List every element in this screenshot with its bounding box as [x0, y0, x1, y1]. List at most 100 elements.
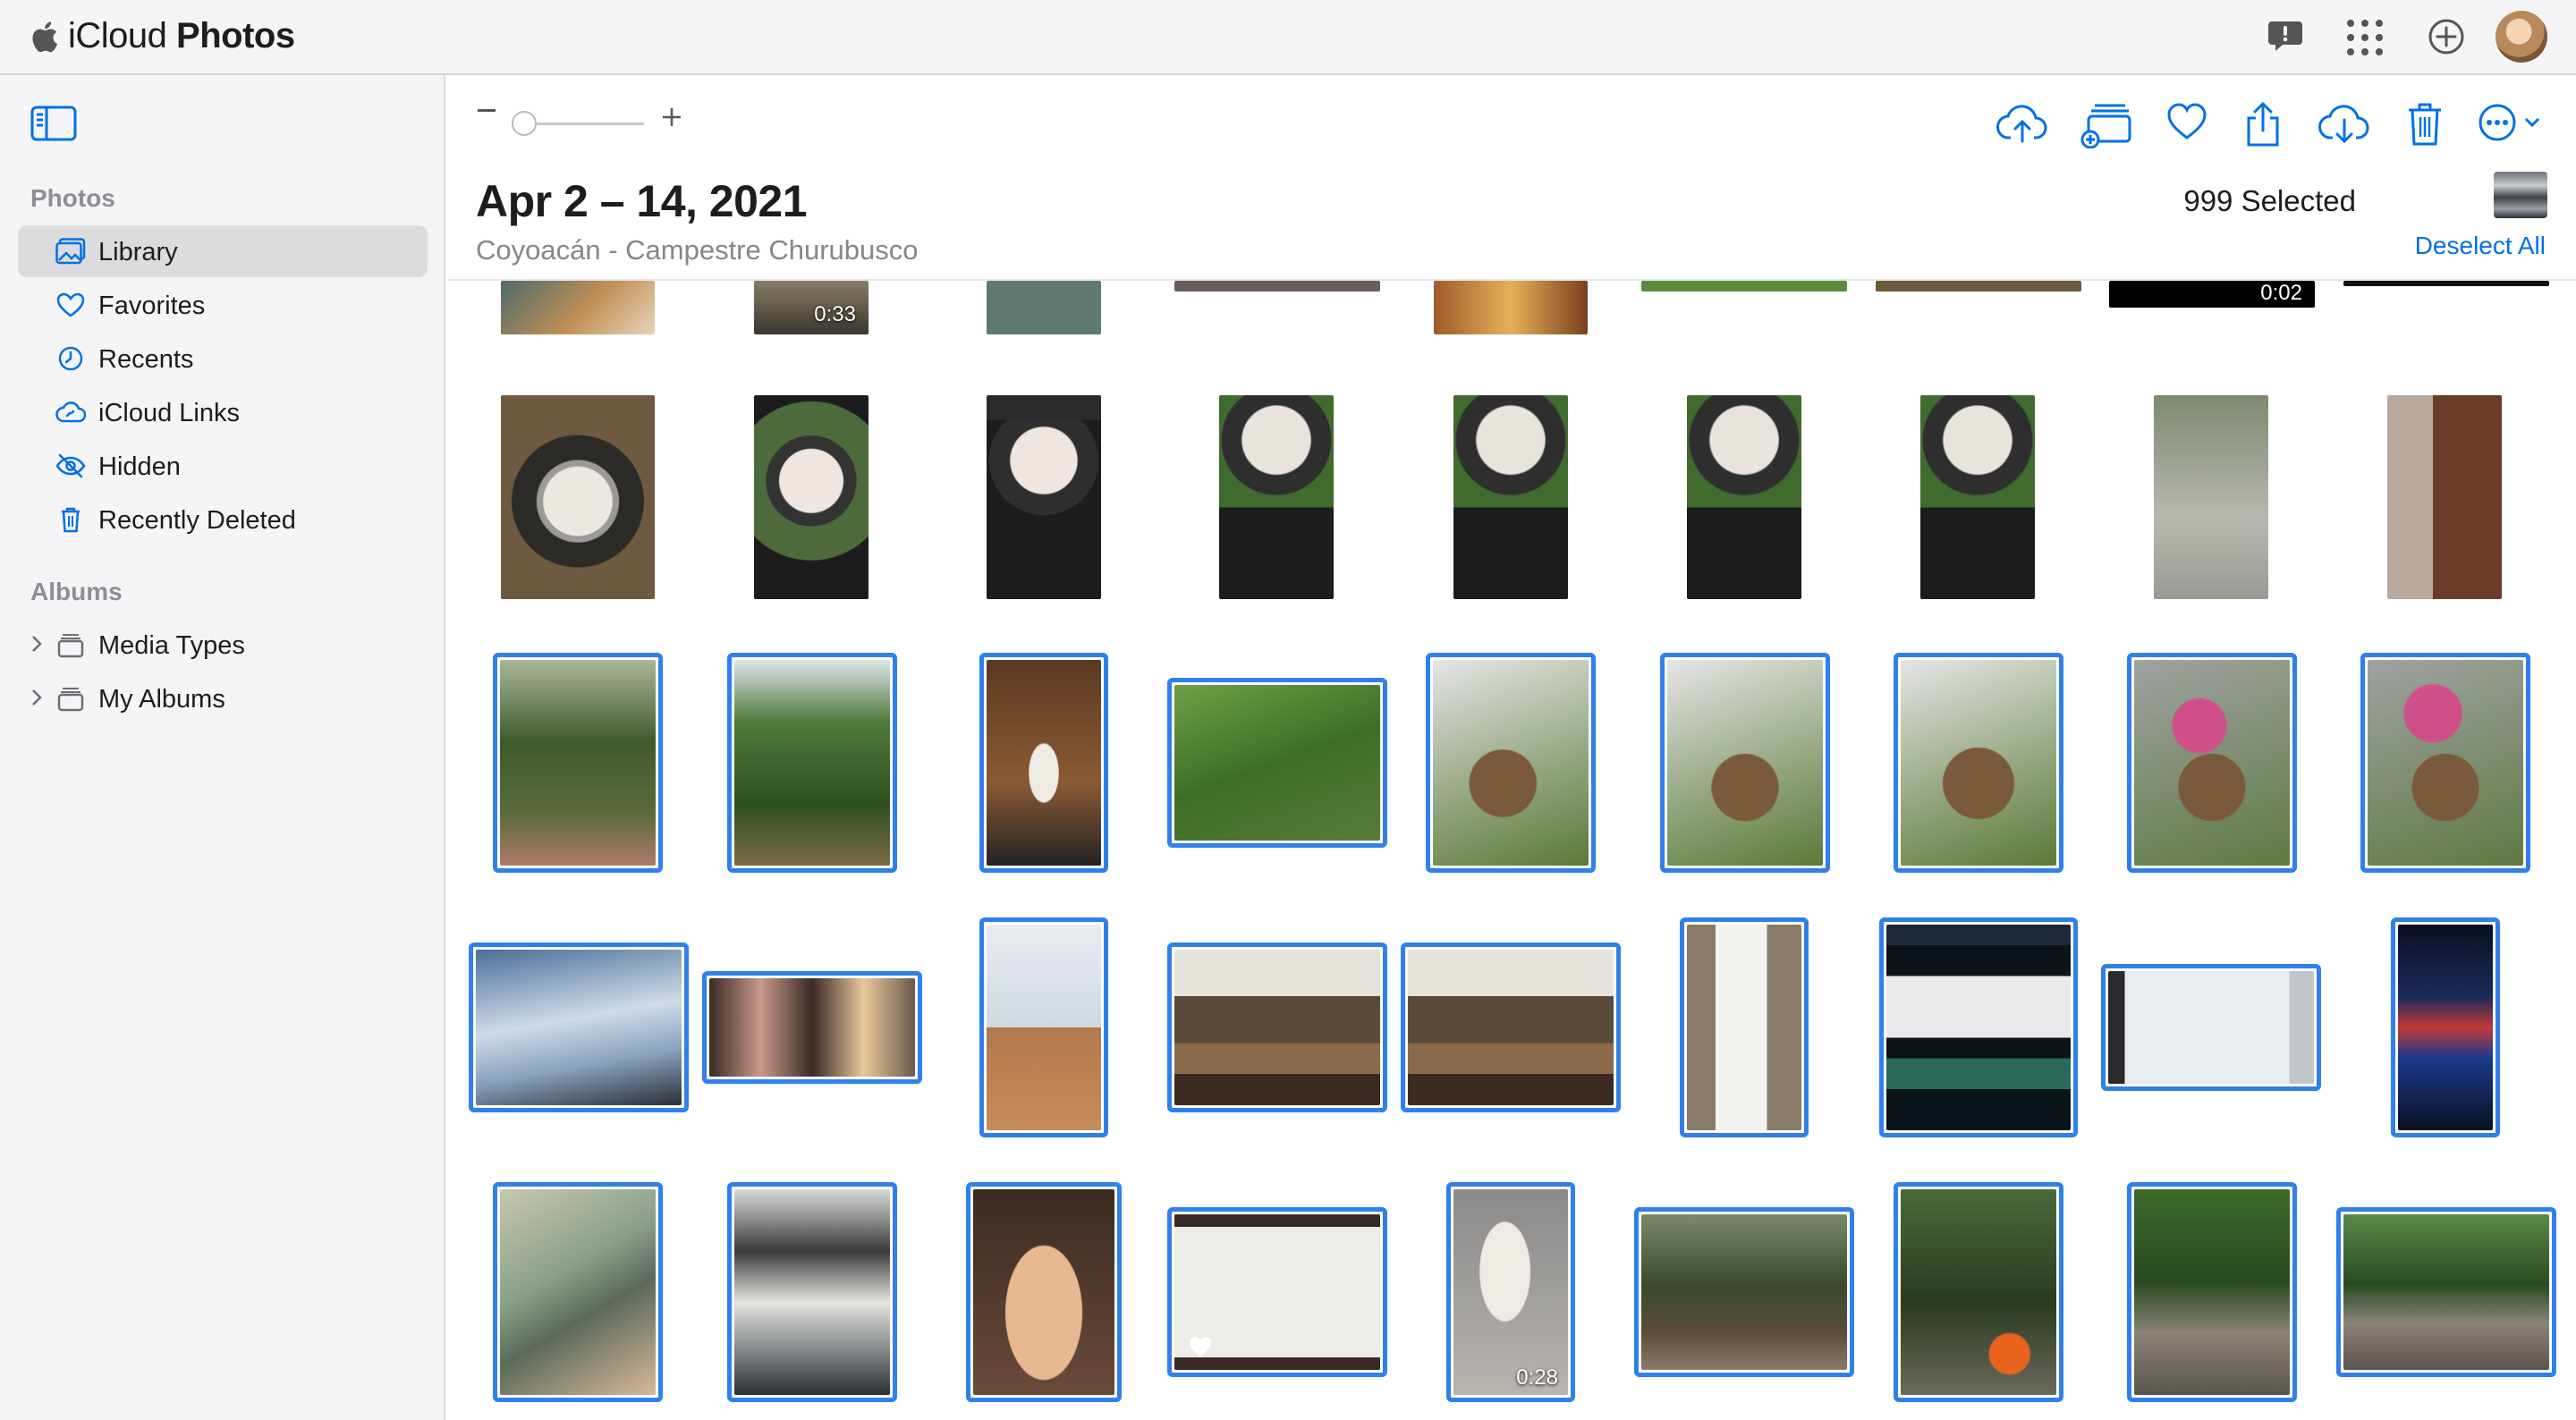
- library-icon: [55, 238, 86, 265]
- photo-thumbnail-selected[interactable]: [1426, 653, 1596, 873]
- upload-icon[interactable]: [1996, 102, 2048, 145]
- photo-thumbnail[interactable]: [1453, 395, 1568, 599]
- photo-thumbnail-selected[interactable]: [1680, 917, 1809, 1137]
- sidebar-item-label: Recents: [98, 345, 194, 374]
- photo-thumbnail[interactable]: [2387, 395, 2502, 599]
- sidebar-item-label: My Albums: [98, 685, 225, 714]
- sidebar-item-my-albums[interactable]: My Albums: [18, 672, 428, 724]
- photo-thumbnail[interactable]: [1174, 281, 1380, 292]
- photo-thumbnail-selected[interactable]: [493, 1182, 663, 1402]
- photo-thumbnail-selected[interactable]: [2391, 917, 2500, 1137]
- video-thumbnail[interactable]: 0:02: [2109, 281, 2315, 308]
- delete-icon[interactable]: [2406, 102, 2444, 147]
- heart-icon: [56, 292, 85, 317]
- cloud-link-icon: [55, 401, 86, 423]
- photo-grid: 0:33 0:02 0:28: [447, 281, 2576, 1420]
- moment-location[interactable]: Coyoacán - Campestre Churubusco: [476, 234, 919, 266]
- photo-thumbnail-selected[interactable]: [2336, 1207, 2556, 1377]
- share-icon[interactable]: [2243, 102, 2283, 148]
- video-thumbnail[interactable]: 0:33: [754, 281, 869, 334]
- photo-thumbnail[interactable]: [987, 281, 1101, 334]
- photo-thumbnail-selected[interactable]: [1167, 942, 1387, 1112]
- top-bar: iCloud Photos: [0, 0, 2576, 75]
- app-title: iCloud Photos: [68, 16, 295, 55]
- deselect-all-button[interactable]: Deselect All: [2415, 232, 2546, 260]
- photo-thumbnail-selected[interactable]: [979, 917, 1108, 1137]
- sidebar-item-icloud-links[interactable]: iCloud Links: [18, 386, 428, 438]
- photo-thumbnail[interactable]: [1687, 395, 1801, 599]
- photo-thumbnail-selected[interactable]: [1894, 1182, 2063, 1402]
- sidebar-item-library[interactable]: Library: [18, 225, 428, 277]
- photo-thumbnail[interactable]: [501, 395, 655, 599]
- clock-icon: [58, 346, 83, 371]
- photo-thumbnail[interactable]: [1434, 281, 1588, 334]
- trash-icon: [62, 507, 80, 533]
- sidebar-item-favorites[interactable]: Favorites: [18, 279, 428, 331]
- photo-thumbnail[interactable]: [2154, 395, 2268, 599]
- album-folder-icon: [57, 634, 84, 658]
- sidebar-item-label: Library: [98, 238, 178, 266]
- albums-section-label: Albums: [30, 578, 123, 605]
- photo-thumbnail-selected[interactable]: [2101, 964, 2321, 1091]
- photo-thumbnail-selected[interactable]: [2127, 1182, 2297, 1402]
- photo-thumbnail[interactable]: [754, 395, 869, 599]
- sidebar-item-label: iCloud Links: [98, 399, 240, 427]
- photo-thumbnail-selected[interactable]: [469, 942, 689, 1112]
- app-brand[interactable]: iCloud Photos: [27, 16, 295, 56]
- photos-section-label: Photos: [30, 184, 115, 212]
- photo-thumbnail[interactable]: [1876, 281, 2081, 292]
- account-avatar[interactable]: [2496, 11, 2547, 63]
- video-duration: 0:33: [814, 302, 856, 326]
- apple-logo-icon: [32, 21, 58, 52]
- app-grid-icon[interactable]: [2345, 18, 2385, 57]
- sidebar-item-label: Favorites: [98, 292, 206, 320]
- photo-thumbnail[interactable]: [501, 281, 655, 334]
- video-duration: 0:28: [1516, 1365, 1558, 1390]
- add-to-album-icon[interactable]: [2080, 102, 2132, 148]
- photo-thumbnail-selected[interactable]: [1879, 917, 2078, 1137]
- album-folder-icon: [57, 688, 84, 712]
- photo-thumbnail-selected[interactable]: [702, 971, 922, 1084]
- add-icon[interactable]: [2428, 18, 2465, 55]
- photo-thumbnail[interactable]: [1920, 395, 2035, 599]
- zoom-out-icon[interactable]: [478, 109, 496, 112]
- sidebar-item-hidden[interactable]: Hidden: [18, 440, 428, 492]
- sidebar-item-recently-deleted[interactable]: Recently Deleted: [18, 494, 428, 545]
- video-duration: 0:02: [2260, 281, 2302, 305]
- selection-thumbnail[interactable]: [2494, 172, 2547, 218]
- eye-slash-icon: [55, 453, 86, 478]
- photo-thumbnail-selected[interactable]: [1634, 1207, 1854, 1377]
- video-thumbnail-selected[interactable]: 0:28: [1446, 1182, 1575, 1402]
- photo-thumbnail-selected[interactable]: [979, 653, 1108, 873]
- more-icon[interactable]: [2478, 102, 2549, 143]
- chevron-right-icon[interactable]: [30, 688, 43, 707]
- photo-thumbnail-selected[interactable]: [1167, 1207, 1387, 1377]
- feedback-icon[interactable]: [2267, 18, 2304, 54]
- photo-thumbnail[interactable]: [987, 395, 1101, 599]
- sidebar-item-label: Recently Deleted: [98, 506, 296, 535]
- sidebar-item-media-types[interactable]: Media Types: [18, 619, 428, 671]
- photo-thumbnail-selected[interactable]: [493, 653, 663, 873]
- photo-thumbnail-selected[interactable]: [1401, 942, 1621, 1112]
- photo-thumbnail[interactable]: [2343, 281, 2549, 286]
- photo-thumbnail-selected[interactable]: [727, 1182, 897, 1402]
- photo-thumbnail[interactable]: [1219, 395, 1334, 599]
- sidebar: Photos Library Favorites Recents iCloud …: [0, 75, 445, 1420]
- sidebar-item-recents[interactable]: Recents: [18, 333, 428, 385]
- photo-thumbnail-selected[interactable]: [727, 653, 897, 873]
- photo-thumbnail-selected[interactable]: [1167, 678, 1387, 848]
- photo-thumbnail-selected[interactable]: [1894, 653, 2063, 873]
- chevron-right-icon[interactable]: [30, 634, 43, 654]
- photo-thumbnail-selected[interactable]: [2127, 653, 2297, 873]
- photo-thumbnail-selected[interactable]: [1660, 653, 1830, 873]
- photo-thumbnail-selected[interactable]: [966, 1182, 1122, 1402]
- sidebar-toggle-icon[interactable]: [30, 106, 77, 141]
- sidebar-item-label: Hidden: [98, 452, 181, 481]
- photo-thumbnail[interactable]: [1641, 281, 1847, 292]
- download-icon[interactable]: [2318, 102, 2370, 145]
- zoom-slider-knob[interactable]: [512, 111, 537, 136]
- zoom-in-icon[interactable]: [662, 107, 682, 127]
- toolbar: [447, 75, 2576, 172]
- favorite-icon[interactable]: [2166, 102, 2207, 141]
- photo-thumbnail-selected[interactable]: [2360, 653, 2530, 873]
